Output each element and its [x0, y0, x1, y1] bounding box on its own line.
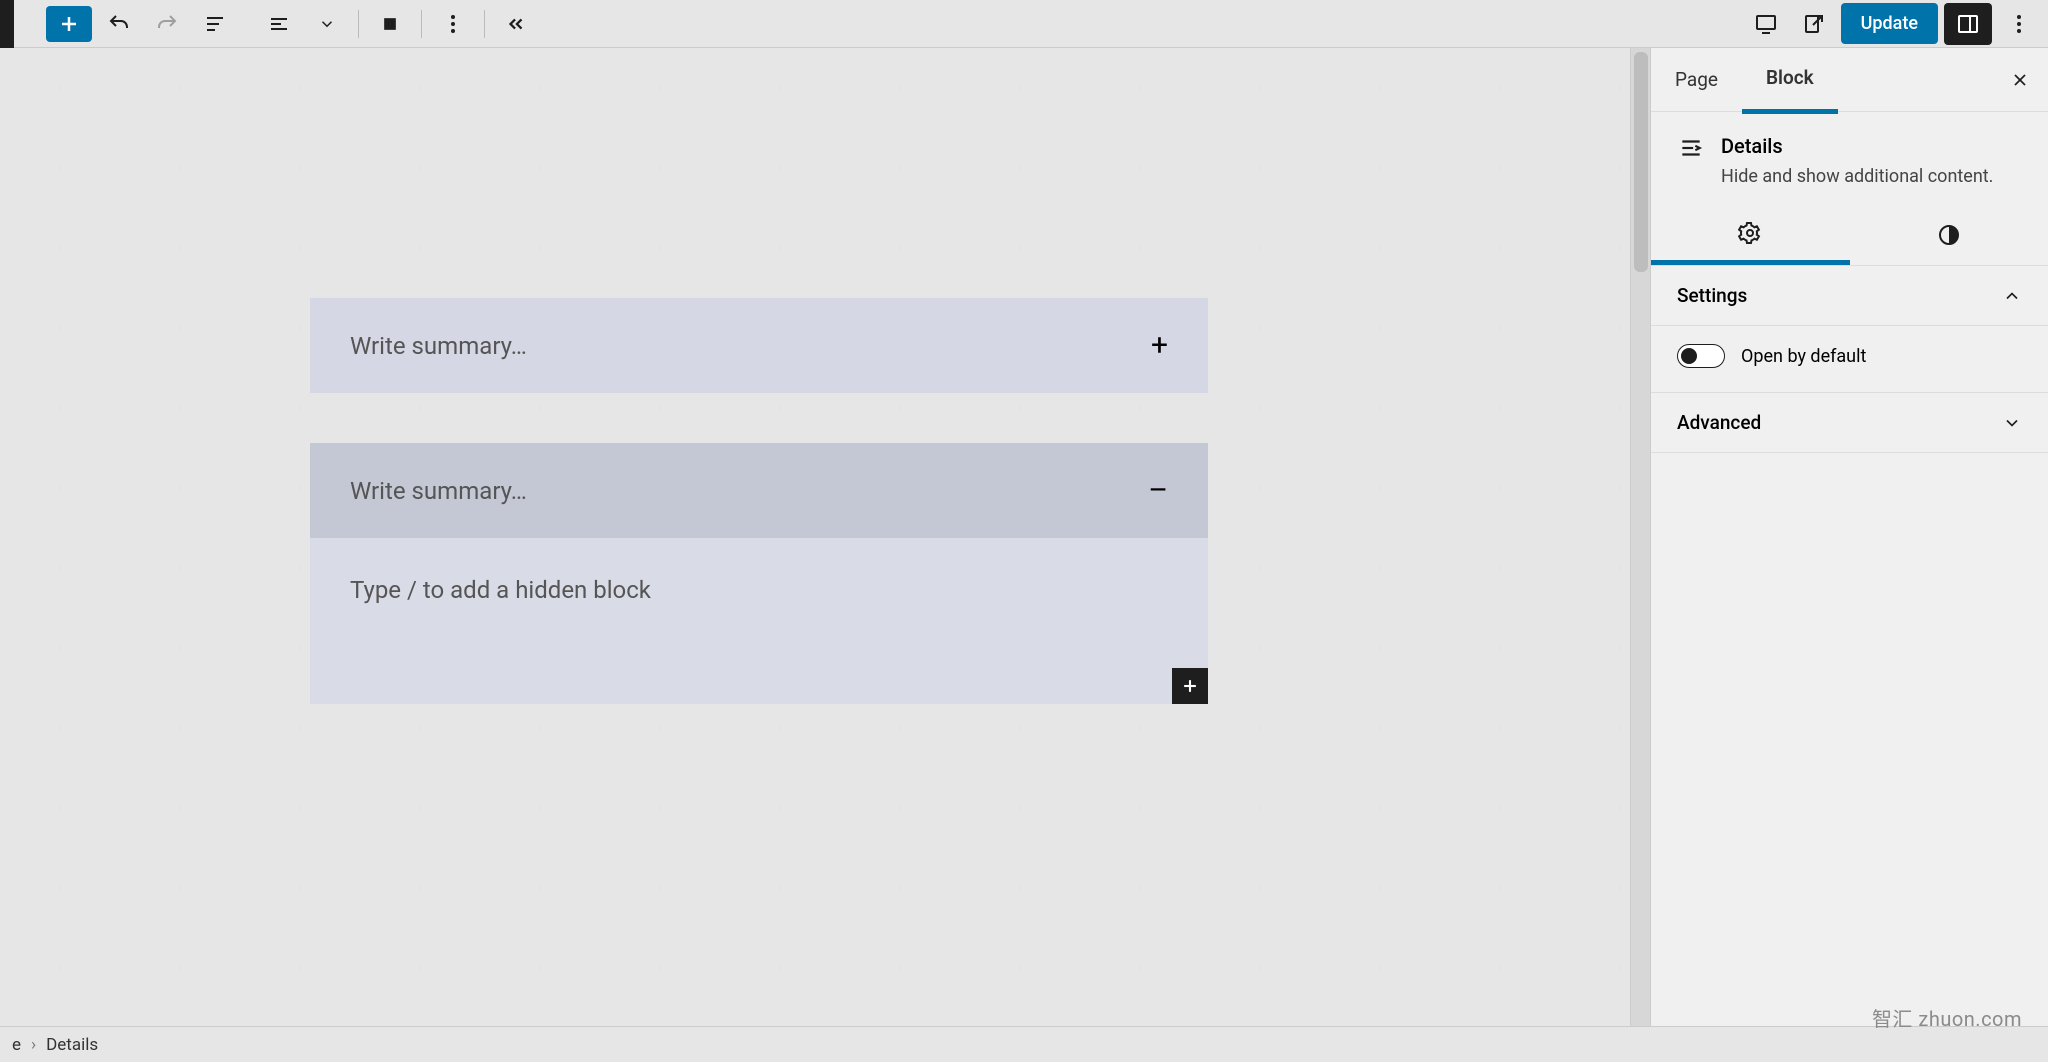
open-by-default-label: Open by default: [1741, 346, 1866, 367]
editor-body: Write summary… + Write summary… – Type /…: [0, 48, 2048, 1026]
toggle-knob: [1681, 348, 1697, 364]
block-info-card: Details Hide and show additional content…: [1651, 112, 2048, 205]
undo-button[interactable]: [98, 3, 140, 45]
styles-icon: [1937, 223, 1961, 247]
toolbar-divider: [421, 10, 422, 38]
block-description: Hide and show additional content.: [1721, 166, 2022, 187]
block-options-button[interactable]: [432, 3, 474, 45]
block-type-button[interactable]: [258, 3, 300, 45]
details-block-collapsed[interactable]: Write summary… +: [310, 298, 1208, 393]
sidebar-toggle-button[interactable]: [1944, 3, 1992, 45]
view-page-button[interactable]: [1793, 3, 1835, 45]
breadcrumb-current[interactable]: Details: [46, 1035, 98, 1055]
more-options-button[interactable]: [1998, 3, 2040, 45]
toolbar-divider: [484, 10, 485, 38]
gear-icon: [1738, 221, 1762, 245]
breadcrumb-separator-icon: ›: [31, 1035, 36, 1055]
settings-section-header[interactable]: Settings: [1651, 266, 2048, 326]
open-by-default-toggle[interactable]: [1677, 344, 1725, 368]
subtab-settings[interactable]: [1651, 205, 1850, 265]
watermark-text: 智汇 zhuon.com: [1872, 1003, 2022, 1032]
close-sidebar-button[interactable]: [2004, 64, 2036, 96]
summary-placeholder[interactable]: Write summary…: [350, 477, 527, 505]
advanced-section-header[interactable]: Advanced: [1651, 393, 2048, 453]
list-view-button[interactable]: [194, 3, 236, 45]
vertical-scrollbar[interactable]: [1630, 48, 1650, 1026]
collapse-toolbar-button[interactable]: [495, 3, 537, 45]
editor-top-toolbar: Update: [0, 0, 2048, 48]
subtab-styles[interactable]: [1850, 205, 2048, 265]
settings-section-label: Settings: [1677, 284, 1747, 307]
settings-section-body: Open by default: [1651, 326, 2048, 393]
align-button[interactable]: [369, 3, 411, 45]
settings-sidebar: Page Block Details Hide and show additio…: [1650, 48, 2048, 1026]
expand-icon[interactable]: +: [1151, 328, 1168, 363]
hidden-block-placeholder[interactable]: Type / to add a hidden block: [310, 538, 1208, 704]
tab-page[interactable]: Page: [1651, 48, 1742, 111]
add-hidden-block-button[interactable]: [1172, 668, 1208, 704]
details-block-expanded-summary[interactable]: Write summary… –: [310, 443, 1208, 538]
advanced-section-label: Advanced: [1677, 411, 1761, 434]
breadcrumb-parent[interactable]: e: [12, 1035, 21, 1055]
block-title: Details: [1721, 134, 2022, 158]
summary-placeholder[interactable]: Write summary…: [350, 332, 527, 360]
redo-button[interactable]: [146, 3, 188, 45]
details-block-content-area[interactable]: Type / to add a hidden block: [310, 538, 1208, 704]
add-block-button[interactable]: [46, 6, 92, 42]
block-dropdown-button[interactable]: [306, 3, 348, 45]
editor-canvas-wrap: Write summary… + Write summary… – Type /…: [0, 48, 1650, 1026]
editor-canvas[interactable]: Write summary… + Write summary… – Type /…: [0, 48, 1650, 1026]
toolbar-divider: [358, 10, 359, 38]
sidebar-tabs: Page Block: [1651, 48, 2048, 112]
collapse-icon[interactable]: –: [1148, 473, 1168, 508]
admin-menu-strip: [0, 0, 14, 48]
sidebar-subtabs: [1651, 205, 2048, 266]
update-button[interactable]: Update: [1841, 3, 1938, 44]
scrollbar-thumb[interactable]: [1634, 52, 1648, 272]
block-breadcrumb: e › Details: [0, 1026, 2048, 1062]
details-block-icon: [1677, 134, 1705, 162]
chevron-down-icon: [2002, 413, 2022, 433]
tab-block[interactable]: Block: [1742, 46, 1838, 114]
preview-desktop-button[interactable]: [1745, 3, 1787, 45]
chevron-up-icon: [2002, 286, 2022, 306]
